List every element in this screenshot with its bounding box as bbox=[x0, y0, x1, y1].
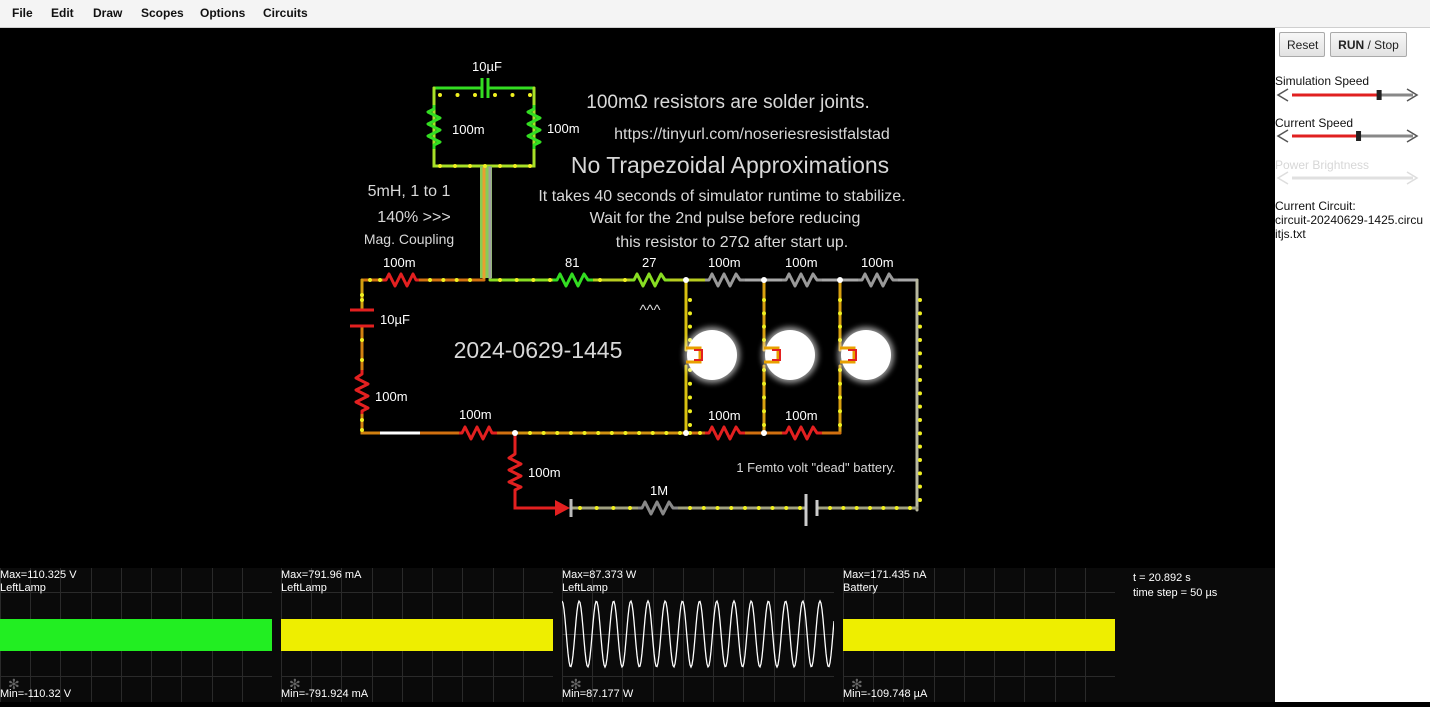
resistor-bottom-mid[interactable] bbox=[459, 425, 497, 441]
label-res-left-top: 100m bbox=[383, 255, 416, 270]
scope-name: LeftLamp bbox=[0, 582, 46, 594]
label-res-lamp3: 100m bbox=[861, 255, 894, 270]
scope-2[interactable]: Max=791.96 mA LeftLamp Min=-791.924 mA ✻ bbox=[281, 568, 554, 702]
capacitor-left[interactable] bbox=[350, 308, 374, 328]
capacitor-top[interactable] bbox=[480, 78, 490, 98]
label-res-bot-lamp1: 100m bbox=[708, 408, 741, 423]
scope-3[interactable]: Max=87.373 W LeftLamp Min=87.177 W ✻ bbox=[562, 568, 835, 702]
run-label: RUN bbox=[1338, 37, 1365, 52]
scope-band bbox=[281, 619, 553, 651]
note-reduce-resistor: this resistor to 27Ω after start up. bbox=[616, 234, 849, 251]
menu-bar: File Edit Draw Scopes Options Circuits bbox=[0, 0, 1430, 28]
label-res-top-left: 100m bbox=[452, 122, 485, 137]
resistor-lamp1[interactable] bbox=[705, 272, 745, 288]
scope-band bbox=[0, 619, 272, 651]
label-res-left-bottom: 100m bbox=[375, 389, 408, 404]
note-dead-battery: 1 Femto volt "dead" battery. bbox=[736, 460, 895, 475]
sim-timestep: time step = 50 µs bbox=[1133, 587, 1218, 599]
scope-settings-icon[interactable]: ✻ bbox=[851, 676, 863, 693]
note-solder-joints: 100mΩ resistors are solder joints. bbox=[586, 92, 869, 113]
current-speed-slider[interactable] bbox=[1275, 128, 1420, 144]
menu-circuits[interactable]: Circuits bbox=[263, 6, 308, 20]
note-inductor-line1: 5mH, 1 to 1 bbox=[368, 183, 451, 200]
scope-max: Max=110.325 V bbox=[0, 569, 77, 581]
label-res-lamp2: 100m bbox=[785, 255, 818, 270]
label-res-81: 81 bbox=[565, 255, 579, 270]
note-url: https://tinyurl.com/noseriesresistfalsta… bbox=[614, 126, 890, 143]
wire-left-side-bot bbox=[360, 412, 382, 435]
menu-scopes[interactable]: Scopes bbox=[141, 6, 184, 20]
resistor-left-bottom[interactable] bbox=[354, 370, 370, 414]
menu-edit[interactable]: Edit bbox=[51, 6, 74, 20]
diode[interactable] bbox=[555, 499, 573, 517]
simulation-speed-label: Simulation Speed bbox=[1275, 74, 1370, 88]
resistor-bot-lamp1[interactable] bbox=[705, 425, 745, 441]
label-cap-left: 10µF bbox=[380, 312, 410, 327]
scope-name: LeftLamp bbox=[281, 582, 327, 594]
note-runtime: It takes 40 seconds of simulator runtime… bbox=[538, 188, 905, 205]
resistor-81[interactable] bbox=[553, 272, 593, 288]
circuit-canvas[interactable]: 10µF 100m 100m 100m 10µF 100m 100m 100m … bbox=[0, 28, 1275, 568]
note-date: 2024-0629-1445 bbox=[454, 337, 623, 363]
scope-trace bbox=[843, 619, 1115, 651]
resistor-bot-lamp2[interactable] bbox=[782, 425, 822, 441]
scope-1[interactable]: Max=110.325 V LeftLamp Min=-110.32 V ✻ bbox=[0, 568, 273, 702]
side-panel: Reset RUN / Stop Simulation Speed Curren… bbox=[1275, 28, 1430, 702]
resistor-27[interactable] bbox=[630, 272, 670, 288]
scope-band bbox=[843, 619, 1115, 651]
menu-file[interactable]: File bbox=[12, 6, 33, 20]
note-no-trapezoidal: No Trapezoidal Approximations bbox=[571, 152, 889, 178]
resistor-lamp2[interactable] bbox=[782, 272, 822, 288]
current-circuit-label: Current Circuit: bbox=[1275, 199, 1356, 213]
current-circuit-info: Current Circuit: circuit-20240629-1425.c… bbox=[1275, 199, 1425, 241]
scope-max: Max=171.435 nA bbox=[843, 569, 927, 581]
power-brightness-slider bbox=[1276, 171, 1419, 185]
scope-name: Battery bbox=[843, 582, 878, 594]
scope-panel: Max=110.325 V LeftLamp Min=-110.32 V ✻ M… bbox=[0, 568, 1275, 702]
label-res-top-right: 100m bbox=[547, 121, 580, 136]
sim-time: t = 20.892 s bbox=[1133, 572, 1191, 584]
scope-4[interactable]: Max=171.435 nA Battery Min=-109.748 µA ✻ bbox=[843, 568, 1116, 702]
label-res-1M: 1M bbox=[650, 483, 668, 498]
note-arrow: ^^^ bbox=[639, 302, 660, 319]
scope-name: LeftLamp bbox=[562, 582, 608, 594]
label-res-vertical: 100m bbox=[528, 465, 561, 480]
stop-label: / Stop bbox=[1364, 37, 1399, 52]
run-stop-button[interactable]: RUN / Stop bbox=[1330, 32, 1407, 57]
resistor-left-top[interactable] bbox=[383, 272, 419, 288]
note-inductor-line3: Mag. Coupling bbox=[364, 231, 454, 247]
current-circuit-name: circuit-20240629-1425.circuitjs.txt bbox=[1275, 213, 1424, 241]
note-wait-pulse: Wait for the 2nd pulse before reducing bbox=[590, 210, 861, 227]
lamp-left[interactable] bbox=[684, 327, 740, 383]
resistor-1M[interactable] bbox=[638, 500, 678, 516]
resistor-vertical[interactable] bbox=[507, 450, 523, 492]
lamp-right[interactable] bbox=[838, 327, 894, 383]
scope-settings-icon[interactable]: ✻ bbox=[570, 676, 582, 693]
note-inductor-line2: 140% >>> bbox=[377, 209, 450, 226]
scope-settings-icon[interactable]: ✻ bbox=[8, 676, 20, 693]
label-res-lamp1: 100m bbox=[708, 255, 741, 270]
reset-button[interactable]: Reset bbox=[1279, 32, 1325, 57]
battery[interactable] bbox=[804, 494, 819, 526]
label-res-27: 27 bbox=[642, 255, 656, 270]
scope-max: Max=791.96 mA bbox=[281, 569, 362, 581]
scope-waveform bbox=[562, 599, 834, 669]
simulation-speed-slider[interactable] bbox=[1275, 87, 1420, 103]
label-res-bot-lamp2: 100m bbox=[785, 408, 818, 423]
menu-draw[interactable]: Draw bbox=[93, 6, 122, 20]
menu-options[interactable]: Options bbox=[200, 6, 245, 20]
lamp-middle[interactable] bbox=[762, 327, 818, 383]
label-res-bottom-mid: 100m bbox=[459, 407, 492, 422]
scope-settings-icon[interactable]: ✻ bbox=[289, 676, 301, 693]
resistor-lamp3[interactable] bbox=[858, 272, 898, 288]
scope-max: Max=87.373 W bbox=[562, 569, 637, 581]
label-cap-top: 10µF bbox=[472, 59, 502, 74]
